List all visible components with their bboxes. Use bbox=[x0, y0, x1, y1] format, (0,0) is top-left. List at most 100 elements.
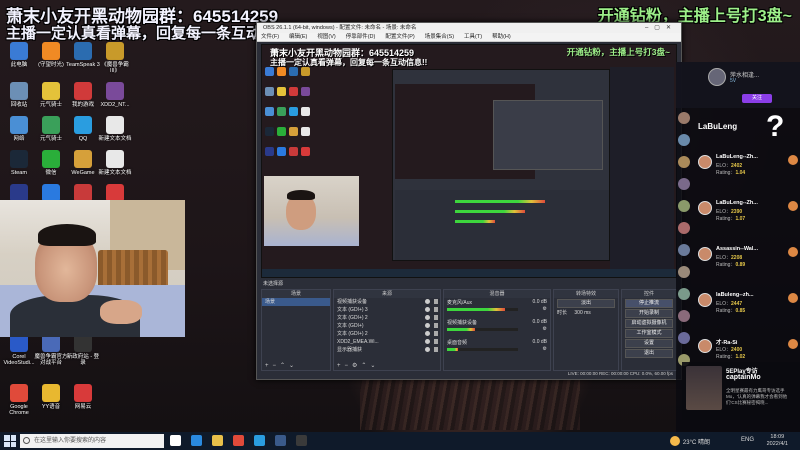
gear-icon[interactable]: ⚙ bbox=[543, 346, 547, 352]
lock-icon[interactable] bbox=[434, 307, 438, 312]
desktop-icon[interactable]: 网易云 bbox=[66, 384, 100, 410]
edge-icon[interactable] bbox=[191, 435, 202, 446]
scene-item[interactable]: 场景 bbox=[262, 298, 330, 306]
source-item[interactable]: 文本 (GDI+) 2 bbox=[334, 314, 440, 322]
visibility-eye-icon[interactable] bbox=[425, 331, 430, 336]
chrome-icon[interactable] bbox=[233, 435, 244, 446]
lock-icon[interactable] bbox=[434, 323, 438, 328]
desktop-icon[interactable]: 回收站 bbox=[2, 82, 36, 108]
source-item[interactable]: 文本 (GDI+) 3 bbox=[334, 306, 440, 314]
control-button[interactable]: 工作室模式 bbox=[625, 329, 673, 338]
player-card[interactable]: laBuleng--zh... ELO：2447 Rating：0.85 bbox=[698, 290, 798, 314]
player-action-icon[interactable] bbox=[788, 201, 798, 211]
lock-icon[interactable] bbox=[434, 315, 438, 320]
desktop-icon[interactable]: 元气骑士 bbox=[34, 116, 68, 142]
mixer-channel[interactable]: 麦克风/Aux 0.0 dB ⚙ bbox=[444, 298, 550, 318]
lock-icon[interactable] bbox=[434, 347, 438, 352]
desktop-icon[interactable]: 微信 bbox=[34, 150, 68, 176]
desktop-icon[interactable]: WeGame bbox=[66, 150, 100, 176]
scenes-panel[interactable]: 场景 场景 +−⌃⌄ bbox=[261, 289, 331, 371]
obs-menu-item[interactable]: 工具(T) bbox=[464, 34, 482, 40]
desktop-icon[interactable]: 网络 bbox=[2, 116, 36, 142]
source-item[interactable]: 文本 (GDI+) 2 bbox=[334, 330, 440, 338]
avatar[interactable] bbox=[678, 134, 690, 146]
obs-window[interactable]: OBS 26.1.1 (64-bit, windows) - 配置文件: 未命名… bbox=[256, 22, 682, 380]
visibility-eye-icon[interactable] bbox=[425, 347, 430, 352]
player-action-icon[interactable] bbox=[788, 293, 798, 303]
avatar[interactable] bbox=[678, 178, 690, 190]
avatar[interactable] bbox=[678, 156, 690, 168]
control-button[interactable]: 启动虚拟摄像机 bbox=[625, 319, 673, 328]
volume-meter[interactable] bbox=[447, 308, 518, 311]
mixer-channel[interactable]: 视频捕获设备 0.0 dB ⚙ bbox=[444, 318, 550, 338]
task-view-icon[interactable] bbox=[170, 435, 181, 446]
desktop-icon[interactable]: 《魔兽争霸III》 bbox=[98, 42, 132, 74]
lock-icon[interactable] bbox=[434, 339, 438, 344]
controls-panel[interactable]: 控件 停止推流 开始录制 启动虚拟摄像机 工作室模式 设置 退出 bbox=[621, 289, 677, 371]
transition-duration-field[interactable]: 300 ms bbox=[574, 310, 590, 316]
avatar[interactable] bbox=[678, 332, 690, 344]
avatar[interactable] bbox=[678, 244, 690, 256]
obs-title-bar[interactable]: OBS 26.1.1 (64-bit, windows) - 配置文件: 未命名… bbox=[257, 23, 681, 33]
desktop-icon[interactable]: 新政府站 - 登录 bbox=[66, 334, 100, 366]
lock-icon[interactable] bbox=[434, 299, 438, 304]
desktop-icon[interactable]: 新建文本文档 bbox=[98, 150, 132, 176]
volume-meter[interactable] bbox=[447, 328, 518, 331]
follow-button[interactable]: 关注 bbox=[742, 94, 772, 103]
avatar[interactable] bbox=[678, 112, 690, 124]
visibility-eye-icon[interactable] bbox=[425, 299, 430, 304]
obs-preview[interactable]: 萧末小友开黑动物园群：645514259 主播一定认真看弹幕，回复每一条互动信息… bbox=[261, 44, 677, 278]
obs-menu-item[interactable]: 编辑(E) bbox=[289, 34, 307, 40]
taskbar-search-input[interactable]: 在这里输入你要搜索的内容 bbox=[20, 434, 164, 448]
player-action-icon[interactable] bbox=[788, 339, 798, 349]
desktop-icon[interactable]: Corel VideoStudi... bbox=[2, 334, 36, 366]
scenes-toolbar[interactable]: +−⌃⌄ bbox=[262, 362, 330, 370]
desktop-icon[interactable]: XDD2_NT... bbox=[98, 82, 132, 108]
source-item[interactable]: XDD2_EMEA.Wi... bbox=[334, 338, 440, 346]
control-button[interactable]: 设置 bbox=[625, 339, 673, 348]
transitions-panel[interactable]: 转场特效 淡出 时长 300 ms bbox=[553, 289, 619, 371]
player-action-icon[interactable] bbox=[788, 247, 798, 257]
obs-menu-bar[interactable]: 文件(F) 编辑(E) 视图(V) 停靠部件(D) 配置文件(P) 场景集合(S) 工具(T… bbox=[257, 33, 681, 42]
lock-icon[interactable] bbox=[434, 331, 438, 336]
obs-menu-item[interactable]: 帮助(H) bbox=[492, 34, 511, 40]
avatar[interactable] bbox=[678, 288, 690, 300]
start-button[interactable] bbox=[4, 435, 16, 447]
visibility-eye-icon[interactable] bbox=[425, 339, 430, 344]
desktop-icon[interactable]: 元气骑士 bbox=[34, 82, 68, 108]
visibility-eye-icon[interactable] bbox=[425, 315, 430, 320]
weather-temperature[interactable]: 23°C 晴朗 bbox=[683, 437, 710, 446]
avatar[interactable] bbox=[708, 68, 726, 86]
visibility-eye-icon[interactable] bbox=[425, 307, 430, 312]
qq-icon[interactable] bbox=[254, 435, 265, 446]
desktop-icon[interactable]: 魔兽争霸官方对战平台 bbox=[34, 334, 68, 366]
obs-menu-item[interactable]: 文件(F) bbox=[261, 34, 279, 40]
volume-meter[interactable] bbox=[447, 348, 518, 351]
source-item[interactable]: 文本 (GDI+) bbox=[334, 322, 440, 330]
control-button[interactable]: 开始录制 bbox=[625, 309, 673, 318]
player-card[interactable]: Assassin--Wal... ELO：2208 Rating：0.89 bbox=[698, 244, 798, 268]
desktop-icon[interactable]: TeamSpeak 3 bbox=[66, 42, 100, 68]
source-item[interactable]: 视频捕获设备 bbox=[334, 298, 440, 306]
controls-buttons[interactable]: 停止推流 开始录制 启动虚拟摄像机 工作室模式 设置 退出 bbox=[622, 299, 676, 358]
transition-type-select[interactable]: 淡出 bbox=[557, 299, 615, 308]
gear-icon[interactable]: ⚙ bbox=[543, 326, 547, 332]
avatar[interactable] bbox=[678, 222, 690, 234]
player-card[interactable]: 才-Ra-Si ELO：2400 Rating：1.02 bbox=[698, 336, 798, 360]
visibility-eye-icon[interactable] bbox=[425, 323, 430, 328]
obs-menu-item[interactable]: 停靠部件(D) bbox=[346, 34, 376, 40]
desktop-icon[interactable]: QQ bbox=[66, 116, 100, 142]
input-language[interactable]: ENG bbox=[741, 437, 754, 443]
desktop-icon[interactable]: Steam bbox=[2, 150, 36, 176]
sources-panel[interactable]: 来源 视频捕获设备 文本 (GDI+) 3 文本 (GDI+) 2 文本 (GDI+)… bbox=[333, 289, 441, 371]
desktop-icon[interactable]: (守望时光) bbox=[34, 42, 68, 68]
window-controls[interactable]: –▢✕ bbox=[645, 23, 677, 33]
player-card[interactable]: LaBuLeng--Zh... ELO：2402 Rating：1.04 bbox=[698, 152, 798, 176]
control-button[interactable]: 停止推流 bbox=[625, 299, 673, 308]
mixer-channel[interactable]: 桌面音频 0.0 dB ⚙ bbox=[444, 338, 550, 358]
sources-toolbar[interactable]: +−⚙⌃⌄ bbox=[334, 362, 440, 370]
desktop-icon[interactable]: 我的游戏 bbox=[66, 82, 100, 108]
player-action-icon[interactable] bbox=[788, 155, 798, 165]
player-card[interactable]: LaBuLeng--Zh... ELO：2390 Rating：1.07 bbox=[698, 198, 798, 222]
control-button[interactable]: 退出 bbox=[625, 349, 673, 358]
